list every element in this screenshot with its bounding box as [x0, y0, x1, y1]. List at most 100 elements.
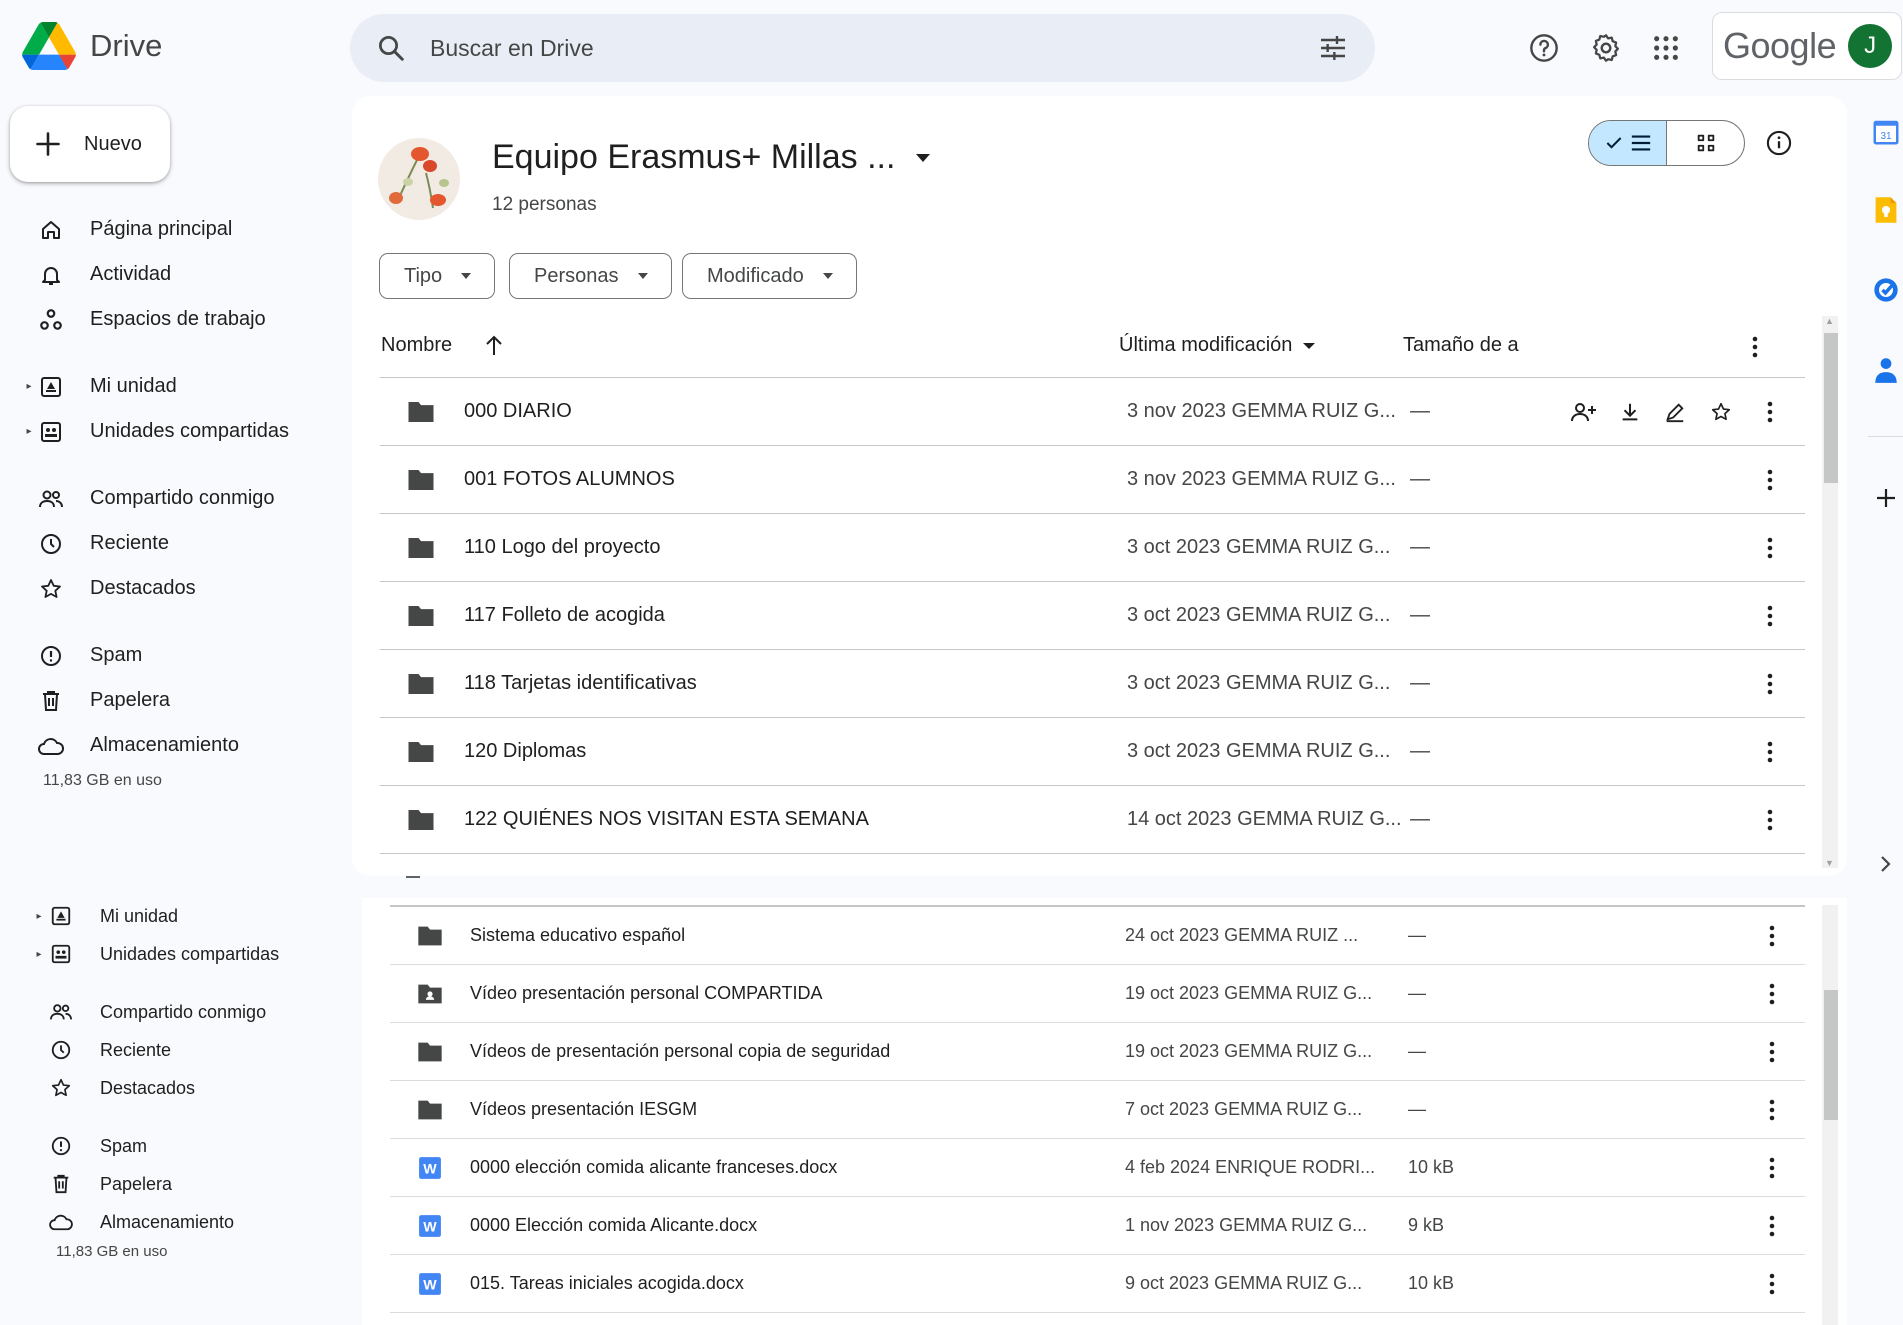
sidebar-item-workspaces[interactable]: Espacios de trabajo — [22, 297, 342, 342]
star-icon[interactable] — [1709, 401, 1733, 423]
more-options-icon[interactable] — [1767, 469, 1773, 491]
more-options-icon[interactable] — [1769, 1215, 1775, 1237]
scroll-down-arrow-icon[interactable]: ▼ — [1825, 858, 1834, 868]
user-avatar[interactable]: J — [1848, 24, 1893, 68]
sidebar-item-spam[interactable]: Spam — [22, 633, 342, 678]
keep-icon[interactable] — [1868, 192, 1903, 228]
expand-caret-icon[interactable]: ▸ — [32, 949, 46, 960]
column-header-name[interactable]: Nombre — [381, 334, 504, 357]
column-header-modified[interactable]: Última modificación — [1119, 334, 1316, 357]
file-row[interactable]: 117 Folleto de acogida 3 oct 2023 GEMMA … — [380, 582, 1805, 650]
more-options-icon[interactable] — [1767, 401, 1773, 423]
download-icon[interactable] — [1619, 401, 1641, 423]
members-count[interactable]: 12 personas — [492, 194, 597, 216]
more-options-icon[interactable] — [1767, 809, 1773, 831]
new-button[interactable]: Nuevo — [10, 106, 170, 182]
search-options-icon[interactable] — [1317, 32, 1349, 64]
sidebar-item-trash[interactable]: Papelera — [32, 1165, 352, 1203]
file-row[interactable]: 122 QUIÉNES NOS VISITAN ESTA SEMANA 14 o… — [380, 786, 1805, 854]
more-options-icon[interactable] — [1769, 1041, 1775, 1063]
drive-logo[interactable]: Drive — [22, 22, 162, 70]
file-row[interactable]: Vídeos de presentación personal copia de… — [390, 1023, 1805, 1081]
grid-view-button[interactable] — [1667, 121, 1744, 165]
add-addon-plus-icon[interactable] — [1868, 480, 1903, 516]
more-options-icon[interactable] — [1769, 1099, 1775, 1121]
search-icon[interactable] — [376, 33, 406, 63]
expand-caret-icon[interactable]: ▸ — [32, 911, 46, 922]
contacts-icon[interactable] — [1868, 352, 1903, 388]
clock-icon — [36, 532, 66, 556]
sidebar-item-shared-drives[interactable]: ▸ Unidades compartidas — [32, 935, 352, 973]
scrollbar-thumb[interactable] — [1824, 333, 1838, 483]
more-options-icon[interactable] — [1769, 1157, 1775, 1179]
settings-gear-icon[interactable] — [1582, 24, 1630, 72]
more-options-icon[interactable] — [1769, 1273, 1775, 1295]
sidebar-item-starred[interactable]: Destacados — [32, 1069, 352, 1107]
file-row[interactable]: 120 Diplomas 3 oct 2023 GEMMA RUIZ G... … — [380, 718, 1805, 786]
file-row[interactable]: W 0000 Elección comida Alicante.docx 1 n… — [390, 1197, 1805, 1255]
apps-grid-icon[interactable] — [1642, 24, 1690, 72]
calendar-icon[interactable]: 31 — [1868, 114, 1903, 150]
file-row[interactable]: 118 Tarjetas identificativas 3 oct 2023 … — [380, 650, 1805, 718]
more-options-icon[interactable] — [1767, 605, 1773, 627]
sidebar-item-shared-with-me[interactable]: Compartido conmigo — [22, 476, 342, 521]
expand-caret-icon[interactable]: ▸ — [22, 381, 36, 392]
sidebar-item-recent[interactable]: Reciente — [22, 521, 342, 566]
sidebar-item-my-drive[interactable]: ▸ Mi unidad — [22, 364, 342, 409]
more-options-icon[interactable] — [1769, 983, 1775, 1005]
account-switcher[interactable]: Google J — [1712, 12, 1902, 80]
search-input[interactable]: Buscar en Drive — [430, 35, 1317, 62]
file-row[interactable]: W 015. Tareas iniciales acogida.docx 9 o… — [390, 1255, 1805, 1313]
file-row[interactable]: 001 FOTOS ALUMNOS 3 nov 2023 GEMMA RUIZ … — [380, 446, 1805, 514]
file-row[interactable]: 110 Logo del proyecto 3 oct 2023 GEMMA R… — [380, 514, 1805, 582]
chevron-right-icon[interactable] — [1868, 846, 1903, 882]
cloud-icon — [46, 1212, 76, 1232]
sidebar-item-home[interactable]: Página principal — [22, 207, 342, 252]
column-label: Tamaño de a — [1403, 334, 1519, 356]
column-header-size[interactable]: Tamaño de a — [1403, 334, 1523, 357]
tasks-icon[interactable] — [1868, 272, 1903, 308]
file-name: 122 QUIÉNES NOS VISITAN ESTA SEMANA — [464, 808, 869, 830]
filter-people-chip[interactable]: Personas — [509, 253, 672, 299]
sidebar-item-activity[interactable]: Actividad — [22, 252, 342, 297]
sidebar-item-storage[interactable]: Almacenamiento — [22, 723, 342, 768]
search-bar[interactable]: Buscar en Drive — [350, 14, 1375, 82]
sidebar-item-starred[interactable]: Destacados — [22, 566, 342, 611]
more-options-icon[interactable] — [1767, 741, 1773, 763]
file-row[interactable]: Vídeos presentación IESGM 7 oct 2023 GEM… — [390, 1081, 1805, 1139]
sidebar-item-shared-drives[interactable]: ▸ Unidades compartidas — [22, 409, 342, 454]
expand-caret-icon[interactable]: ▸ — [22, 426, 36, 437]
check-icon — [1606, 137, 1621, 149]
help-icon[interactable] — [1520, 24, 1568, 72]
more-options-icon[interactable] — [1767, 537, 1773, 559]
file-row[interactable]: 000 DIARIO 3 nov 2023 GEMMA RUIZ G... — — [380, 378, 1805, 446]
file-row[interactable]: W 0000 elección comida alicante francese… — [390, 1139, 1805, 1197]
scroll-up-arrow-icon[interactable]: ▲ — [1825, 316, 1834, 326]
info-icon[interactable] — [1758, 122, 1800, 164]
column-options-more-icon[interactable] — [1752, 336, 1758, 358]
filter-type-chip[interactable]: Tipo — [379, 253, 496, 299]
sidebar-item-recent[interactable]: Reciente — [32, 1031, 352, 1069]
list-view-button[interactable] — [1589, 121, 1667, 165]
rename-pencil-icon[interactable] — [1663, 401, 1687, 423]
sidebar-item-my-drive[interactable]: ▸ Mi unidad — [32, 897, 352, 935]
file-size: — — [1408, 1099, 1426, 1119]
shared-drive-title[interactable]: Equipo Erasmus+ Millas ... — [492, 138, 931, 177]
file-row[interactable]: Vídeo presentación personal COMPARTIDA 1… — [390, 965, 1805, 1023]
file-name: 120 Diplomas — [464, 740, 587, 762]
more-options-icon[interactable] — [1769, 925, 1775, 947]
sidebar-item-spam[interactable]: Spam — [32, 1127, 352, 1165]
sort-ascending-arrow-icon[interactable] — [484, 335, 504, 357]
spam-icon — [36, 644, 66, 668]
filter-modified-chip[interactable]: Modificado — [682, 253, 857, 299]
file-modified: 19 oct 2023 GEMMA RUIZ G... — [1125, 983, 1373, 1003]
sidebar-item-storage[interactable]: Almacenamiento — [32, 1203, 352, 1241]
sidebar-item-label: Destacados — [90, 577, 196, 599]
scrollbar-thumb[interactable] — [1824, 990, 1838, 1120]
more-options-icon[interactable] — [1767, 673, 1773, 695]
file-row[interactable]: Sistema educativo español 24 oct 2023 GE… — [390, 907, 1805, 965]
sidebar-item-shared-with-me[interactable]: Compartido conmigo — [32, 993, 352, 1031]
sidebar-item-trash[interactable]: Papelera — [22, 678, 342, 723]
file-name: Vídeos de presentación personal copia de… — [470, 1041, 891, 1061]
share-add-person-icon[interactable] — [1571, 401, 1597, 423]
